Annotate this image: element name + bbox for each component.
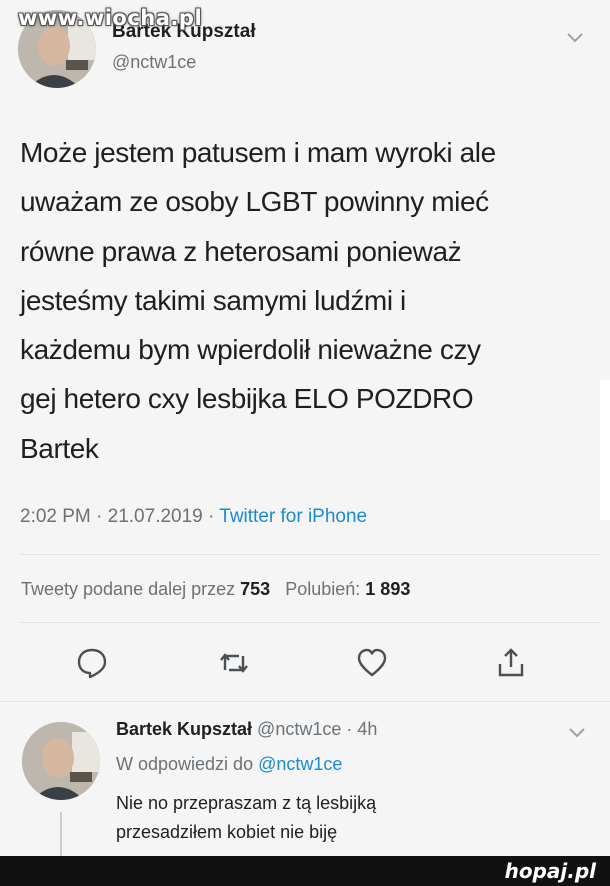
thread-line — [60, 812, 62, 856]
in-reply-prefix: W odpowiedzi do — [116, 754, 259, 774]
in-reply-to: W odpowiedzi do @nctw1ce — [116, 754, 342, 775]
tweet-time: 2:02 PM · 21.07.2019 · — [20, 506, 220, 527]
in-reply-handle[interactable]: @nctw1ce — [258, 754, 342, 774]
like-icon — [357, 648, 387, 677]
reply-header: Bartek Kupształ @nctw1ce · 4h — [116, 719, 377, 740]
chevron-down-icon[interactable] — [568, 727, 586, 739]
likes-count[interactable]: 1 893 — [365, 579, 410, 599]
retweet-button[interactable] — [217, 646, 251, 680]
share-button[interactable] — [494, 646, 528, 680]
tweet-source[interactable]: Twitter for iPhone — [219, 506, 367, 527]
reply-author-name[interactable]: Bartek Kupształ — [116, 719, 252, 739]
retweets-label: Tweety podane dalej przez — [21, 579, 236, 599]
tweet-meta: 2:02 PM · 21.07.2019 · Twitter for iPhon… — [20, 506, 367, 528]
like-button[interactable] — [355, 646, 389, 680]
reply-text: Nie no przepraszam z tą lesbijką przesad… — [116, 793, 377, 842]
retweet-icon — [220, 653, 248, 673]
reply-handle-time[interactable]: @nctw1ce · 4h — [252, 719, 377, 739]
tweet-stats: Tweety podane dalej przez 753 Polubień: … — [21, 579, 410, 600]
divider — [20, 622, 600, 623]
chevron-down-icon[interactable] — [566, 32, 584, 44]
reply-button[interactable] — [75, 646, 109, 680]
reply-icon — [77, 648, 107, 679]
reply-author-avatar[interactable] — [22, 722, 100, 800]
author-handle[interactable]: @nctw1ce — [112, 52, 196, 73]
tweet-text: Może jestem patusem i mam wyroki ale uwa… — [20, 137, 496, 464]
watermark-top: www.wiocha.pl — [18, 6, 203, 30]
watermark-bottom: hopaj.pl — [504, 859, 596, 883]
retweets-count[interactable]: 753 — [240, 579, 270, 599]
avatar-photo — [22, 722, 100, 800]
likes-label: Polubień: — [285, 579, 361, 599]
divider — [0, 701, 610, 702]
divider — [20, 554, 600, 555]
edge-artifact — [600, 380, 610, 520]
share-icon — [498, 648, 524, 677]
